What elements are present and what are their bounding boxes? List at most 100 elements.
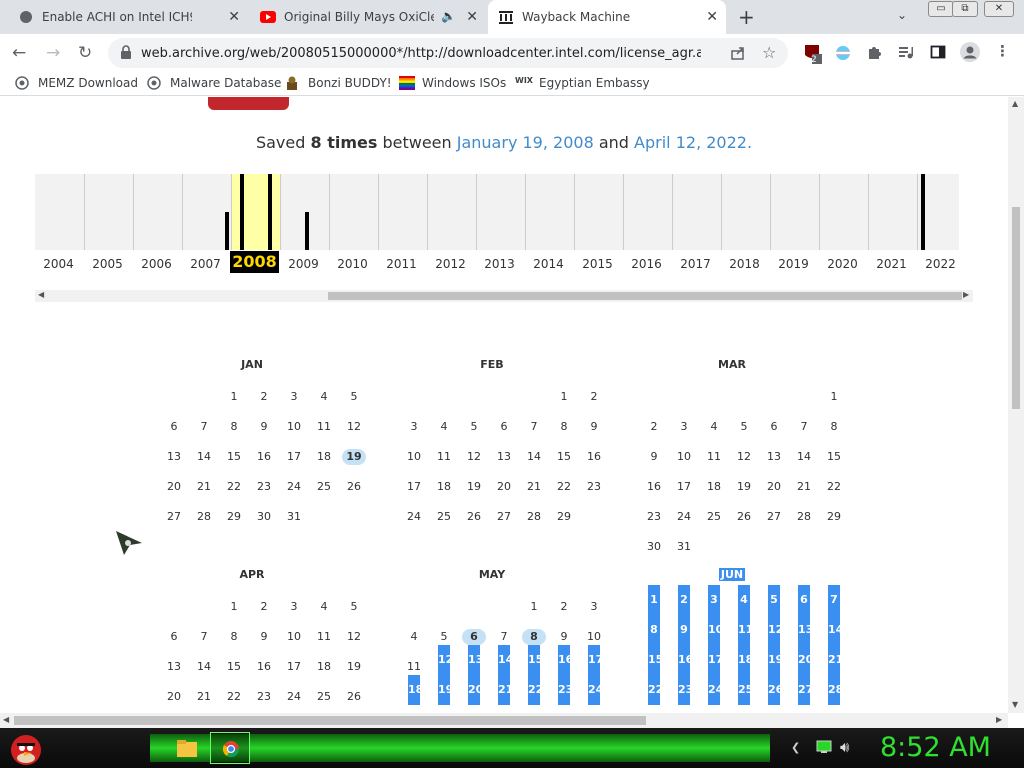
chrome-taskbar-button[interactable] bbox=[210, 732, 250, 764]
calendar-day[interactable]: 19 bbox=[342, 449, 366, 465]
network-icon[interactable] bbox=[816, 740, 832, 757]
calendar-day[interactable]: 23 bbox=[558, 675, 573, 705]
year-label-2008[interactable]: 2008 bbox=[230, 251, 279, 273]
maximize-button[interactable]: ⧉ bbox=[952, 1, 978, 17]
calendar-day[interactable]: 8 bbox=[648, 615, 660, 645]
calendar-day[interactable]: 21 bbox=[828, 645, 843, 675]
scroll-left-icon[interactable]: ◀ bbox=[3, 715, 9, 724]
calendar-day[interactable]: 16 bbox=[678, 645, 693, 675]
close-icon[interactable]: ✕ bbox=[228, 9, 240, 25]
back-button[interactable]: ← bbox=[12, 43, 26, 63]
year-label-2004[interactable]: 2004 bbox=[34, 257, 83, 271]
tab-oxiclean[interactable]: Original Billy Mays OxiClean 🔈 ✕ bbox=[250, 0, 486, 34]
tab-wayback[interactable]: Wayback Machine ✕ bbox=[488, 0, 726, 34]
calendar-day[interactable]: 18 bbox=[408, 675, 423, 705]
address-bar[interactable]: web.archive.org/web/20080515000000*/http… bbox=[108, 38, 788, 68]
volume-icon[interactable]: 🔊︎ bbox=[840, 738, 849, 756]
tab-search-button[interactable]: ⌄ bbox=[897, 8, 907, 22]
share-icon[interactable] bbox=[730, 45, 746, 64]
calendar-day[interactable]: 18 bbox=[738, 645, 753, 675]
close-icon[interactable]: ✕ bbox=[466, 9, 478, 25]
year-sparkline[interactable] bbox=[35, 174, 959, 250]
extensions-puzzle-icon[interactable] bbox=[866, 44, 882, 64]
scroll-up-icon[interactable]: ▲ bbox=[1012, 99, 1018, 108]
year-label-2013[interactable]: 2013 bbox=[475, 257, 524, 271]
calendar-day[interactable]: 11 bbox=[738, 615, 753, 645]
year-label-2011[interactable]: 2011 bbox=[377, 257, 426, 271]
year-label-2019[interactable]: 2019 bbox=[769, 257, 818, 271]
side-panel-icon[interactable] bbox=[930, 44, 946, 64]
calendar-day[interactable]: 12 bbox=[768, 615, 783, 645]
calendar-day[interactable]: 14 bbox=[828, 615, 843, 645]
year-label-2014[interactable]: 2014 bbox=[524, 257, 573, 271]
calendar-day[interactable]: 10 bbox=[708, 615, 723, 645]
menu-kebab-icon[interactable]: ⋮ bbox=[995, 42, 1010, 60]
calendar-day[interactable]: 21 bbox=[498, 675, 513, 705]
calendar-day[interactable]: 6 bbox=[462, 629, 486, 645]
calendar-day[interactable]: 3 bbox=[708, 585, 720, 615]
close-icon[interactable]: ✕ bbox=[706, 9, 718, 25]
tray-chevron-icon[interactable]: ❮ bbox=[791, 741, 800, 754]
calendar-day[interactable]: 20 bbox=[468, 675, 483, 705]
first-capture-link[interactable]: January 19, 2008 bbox=[457, 133, 594, 152]
calendar-day[interactable]: 17 bbox=[708, 645, 723, 675]
tab-achi[interactable]: Enable ACHI on Intel ICH9 under ✕ bbox=[8, 0, 248, 34]
calendar-day[interactable]: 23 bbox=[678, 675, 693, 705]
vertical-scrollbar[interactable]: ▲ ▼ bbox=[1008, 97, 1024, 713]
year-label-2006[interactable]: 2006 bbox=[132, 257, 181, 271]
year-label-2021[interactable]: 2021 bbox=[867, 257, 916, 271]
bookmark-windows-isos[interactable]: Windows ISOs bbox=[399, 76, 506, 90]
last-capture-link[interactable]: April 12, 2022. bbox=[634, 133, 752, 152]
calendar-day[interactable]: 16 bbox=[558, 645, 573, 675]
red-button-partial[interactable] bbox=[208, 97, 289, 110]
scroll-right-icon[interactable]: ▶ bbox=[996, 715, 1002, 724]
year-label-2005[interactable]: 2005 bbox=[83, 257, 132, 271]
minimize-button[interactable]: ▭ bbox=[928, 1, 954, 17]
bookmark-bonzi-buddy[interactable]: Bonzi BUDDY! bbox=[285, 76, 392, 90]
calendar-day[interactable]: 24 bbox=[708, 675, 723, 705]
calendar-day[interactable]: 28 bbox=[828, 675, 843, 705]
year-label-2015[interactable]: 2015 bbox=[573, 257, 622, 271]
calendar-day[interactable]: 2 bbox=[678, 585, 690, 615]
calendar-day[interactable]: 19 bbox=[438, 675, 453, 705]
year-label-2010[interactable]: 2010 bbox=[328, 257, 377, 271]
scrollbar-thumb[interactable] bbox=[14, 716, 646, 725]
taskbar-clock[interactable]: 8:52 AM bbox=[880, 732, 991, 763]
pride-extension-icon[interactable] bbox=[835, 45, 851, 64]
calendar-day[interactable]: 8 bbox=[522, 629, 546, 645]
year-label-2017[interactable]: 2017 bbox=[671, 257, 720, 271]
calendar-day[interactable]: 6 bbox=[798, 585, 810, 615]
forward-button[interactable]: → bbox=[46, 43, 60, 63]
file-explorer-icon[interactable] bbox=[176, 738, 198, 761]
close-window-button[interactable]: ✕ bbox=[984, 1, 1014, 17]
bookmark-memz[interactable]: MEMZ Download bbox=[15, 76, 138, 90]
calendar-day[interactable]: 24 bbox=[588, 675, 603, 705]
calendar-day[interactable]: 1 bbox=[648, 585, 660, 615]
profile-avatar-icon[interactable] bbox=[960, 42, 980, 66]
bookmark-malware-database[interactable]: Malware Database bbox=[147, 76, 281, 90]
year-label-2009[interactable]: 2009 bbox=[279, 257, 328, 271]
calendar-day[interactable]: 12 bbox=[438, 645, 453, 675]
sparkline-scrollbar[interactable]: ◀ ▶ bbox=[35, 290, 973, 302]
calendar-day[interactable]: 27 bbox=[798, 675, 813, 705]
scroll-left-icon[interactable]: ◀ bbox=[38, 290, 44, 299]
calendar-day[interactable]: 17 bbox=[588, 645, 603, 675]
url-text[interactable]: web.archive.org/web/20080515000000*/http… bbox=[141, 46, 701, 61]
start-button-angry-bird-icon[interactable] bbox=[6, 728, 46, 771]
lock-icon[interactable] bbox=[120, 45, 132, 62]
calendar-day[interactable]: 26 bbox=[768, 675, 783, 705]
scrollbar-thumb[interactable] bbox=[328, 292, 962, 300]
year-label-2016[interactable]: 2016 bbox=[622, 257, 671, 271]
media-controls-icon[interactable] bbox=[898, 44, 914, 64]
calendar-day[interactable]: 7 bbox=[828, 585, 840, 615]
calendar-day[interactable]: 22 bbox=[648, 675, 663, 705]
calendar-day[interactable]: 14 bbox=[498, 645, 513, 675]
year-label-2007[interactable]: 2007 bbox=[181, 257, 230, 271]
calendar-day[interactable]: 4 bbox=[738, 585, 750, 615]
reload-button[interactable]: ↻ bbox=[78, 43, 92, 63]
calendar-day[interactable]: 13 bbox=[468, 645, 483, 675]
scroll-down-icon[interactable]: ▼ bbox=[1012, 700, 1018, 709]
year-label-2020[interactable]: 2020 bbox=[818, 257, 867, 271]
year-label-2012[interactable]: 2012 bbox=[426, 257, 475, 271]
year-label-2022[interactable]: 2022 bbox=[916, 257, 965, 271]
